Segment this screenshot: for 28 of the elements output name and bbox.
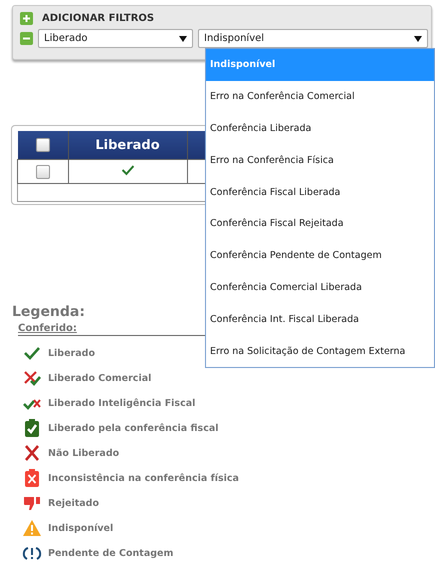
column-header[interactable]: Liberado: [68, 131, 187, 160]
add-filter-button[interactable]: [20, 12, 33, 25]
legend-label: Indisponível: [48, 522, 114, 534]
legend-label: Inconsistência na conferência física: [48, 472, 239, 484]
legend-label: Liberado pela conferência fiscal: [48, 422, 218, 434]
caret-icon: [414, 36, 422, 42]
warning-icon: [22, 519, 42, 538]
add-filters-label: ADICIONAR FILTROS: [42, 13, 154, 24]
legend-label: Rejeitado: [48, 498, 99, 509]
cross-check-icon: [22, 369, 42, 388]
field-select[interactable]: Liberado: [38, 29, 193, 48]
legend-label: Liberado Comercial: [48, 372, 152, 384]
clipboard-check-icon: [22, 419, 42, 438]
legend-section-title: Conferido:: [18, 323, 208, 336]
value-select[interactable]: Indisponível: [198, 29, 428, 48]
plus-icon: [22, 14, 31, 23]
legend-title: Legenda:: [12, 304, 85, 320]
legend-label: Liberado: [48, 348, 95, 359]
cross-icon: [22, 444, 42, 462]
clipboard-cross-icon: [22, 469, 42, 488]
legend-label: Liberado Inteligência Fiscal: [48, 398, 196, 409]
remove-filter-button[interactable]: [20, 32, 33, 45]
legend-label: Pendente de Contagem: [48, 548, 174, 559]
caret-icon: [179, 36, 187, 42]
row-checkbox[interactable]: [36, 164, 50, 178]
thumbs-down-icon: [22, 494, 42, 512]
legend-label: Não Liberado: [48, 448, 120, 459]
select-all-checkbox[interactable]: [36, 138, 50, 152]
